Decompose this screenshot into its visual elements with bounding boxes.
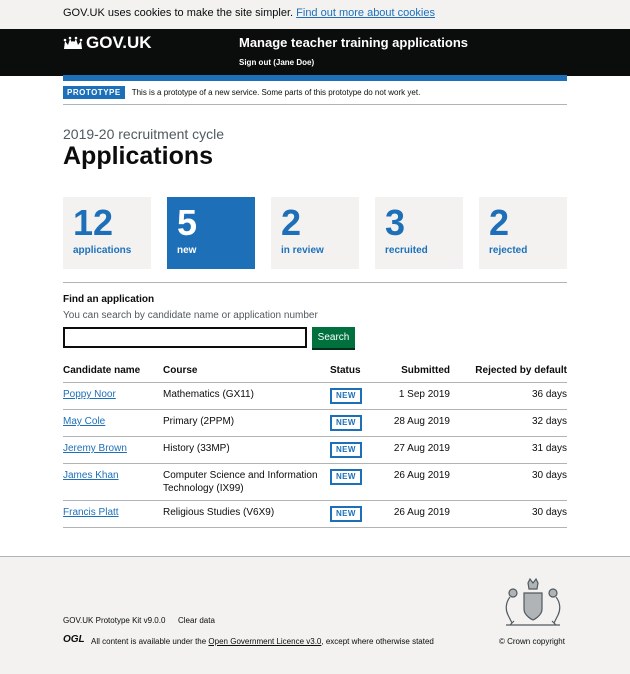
candidate-link[interactable]: Poppy Noor [63, 389, 116, 400]
stat-label: in review [281, 245, 324, 256]
crown-icon [63, 36, 83, 49]
stat-number: 5 [177, 202, 198, 243]
section-divider [63, 282, 567, 283]
licence-text: All content is available under the Open … [91, 637, 434, 646]
status-badge: NEW [330, 415, 362, 431]
rbd-cell: 32 days [450, 409, 567, 437]
prototype-banner: PROTOTYPE This is a prototype of a new s… [63, 86, 567, 105]
course-cell: History (33MP) [163, 436, 330, 464]
stat-label: rejected [489, 245, 528, 256]
table-row: Poppy Noor Mathematics (GX11) NEW 1 Sep … [63, 382, 567, 410]
ogl-logo-icon: OGL [63, 634, 85, 645]
candidate-link[interactable]: May Cole [63, 416, 105, 427]
col-course[interactable]: Course [163, 360, 330, 383]
cookie-info-link[interactable]: Find out more about cookies [296, 7, 435, 19]
course-cell: Computer Science and Information Technol… [163, 463, 330, 501]
prototype-text: This is a prototype of a new service. So… [131, 88, 421, 97]
status-badge: NEW [330, 388, 362, 404]
stat-applications[interactable]: 12 applications [63, 197, 151, 269]
col-submitted[interactable]: Submitted [380, 360, 450, 383]
licence-link[interactable]: Open Government Licence v3.0 [208, 637, 321, 646]
stat-label: applications [73, 245, 132, 256]
prototype-kit-version: GOV.UK Prototype Kit v9.0.0 [63, 616, 166, 625]
search-label: Find an application [63, 294, 155, 305]
rbd-cell: 30 days [450, 500, 567, 528]
search-hint: You can search by candidate name or appl… [63, 310, 318, 321]
sign-out-link[interactable]: Sign out (Jane Doe) [239, 58, 314, 67]
stat-label: recruited [385, 245, 428, 256]
table-row: Jeremy Brown History (33MP) NEW 27 Aug 2… [63, 436, 567, 464]
submitted-cell: 26 Aug 2019 [380, 500, 450, 528]
page-caption: 2019-20 recruitment cycle [63, 126, 225, 142]
table-row: Francis Platt Religious Studies (V6X9) N… [63, 500, 567, 528]
header-blue-bar [63, 75, 567, 81]
site-header: GOV.UK Manage teacher training applicati… [0, 29, 630, 76]
course-cell: Mathematics (GX11) [163, 382, 330, 410]
applications-table: Candidate name Course Status Submitted R… [63, 360, 567, 528]
stat-label: new [177, 245, 197, 256]
site-footer: GOV.UK Prototype Kit v9.0.0 Clear data O… [0, 556, 630, 674]
rbd-cell: 30 days [450, 463, 567, 501]
stat-in-review[interactable]: 2 in review [271, 197, 359, 269]
course-cell: Religious Studies (V6X9) [163, 500, 330, 528]
stat-number: 2 [281, 202, 302, 243]
search-input[interactable] [63, 327, 307, 348]
submitted-cell: 27 Aug 2019 [380, 436, 450, 464]
stat-number: 12 [73, 202, 114, 243]
course-cell: Primary (2PPM) [163, 409, 330, 437]
stat-number: 3 [385, 202, 406, 243]
submitted-cell: 28 Aug 2019 [380, 409, 450, 437]
stat-rejected[interactable]: 2 rejected [479, 197, 567, 269]
submitted-cell: 26 Aug 2019 [380, 463, 450, 501]
crown-copyright[interactable]: © Crown copyright [499, 637, 565, 646]
royal-coat-of-arms-icon [505, 577, 561, 626]
col-rejected-by-default[interactable]: Rejected by default [450, 360, 567, 383]
rbd-cell: 31 days [450, 436, 567, 464]
table-row: May Cole Primary (2PPM) NEW 28 Aug 2019 … [63, 409, 567, 437]
candidate-link[interactable]: Jeremy Brown [63, 443, 127, 454]
candidate-link[interactable]: James Khan [63, 470, 119, 481]
page-title: Applications [63, 142, 214, 170]
rbd-cell: 36 days [450, 382, 567, 410]
cookie-banner: GOV.UK uses cookies to make the site sim… [0, 0, 630, 29]
status-badge: NEW [330, 442, 362, 458]
status-badge: NEW [330, 469, 362, 485]
table-header-row: Candidate name Course Status Submitted R… [63, 360, 567, 383]
col-status[interactable]: Status [330, 360, 380, 383]
col-candidate-name[interactable]: Candidate name [63, 360, 163, 383]
govuk-logo[interactable]: GOV.UK [63, 33, 152, 53]
licence-suffix: , except where otherwise stated [321, 637, 434, 646]
stat-new[interactable]: 5 new [167, 197, 255, 269]
candidate-link[interactable]: Francis Platt [63, 507, 119, 518]
stat-recruited[interactable]: 3 recruited [375, 197, 463, 269]
prototype-tag: PROTOTYPE [63, 86, 125, 99]
status-badge: NEW [330, 506, 362, 522]
clear-data-link[interactable]: Clear data [178, 616, 215, 625]
submitted-cell: 1 Sep 2019 [380, 382, 450, 410]
licence-prefix: All content is available under the [91, 637, 207, 646]
service-name[interactable]: Manage teacher training applications [239, 35, 468, 50]
search-button[interactable]: Search [312, 327, 355, 348]
stat-number: 2 [489, 202, 510, 243]
table-row: James Khan Computer Science and Informat… [63, 463, 567, 501]
cookie-text: GOV.UK uses cookies to make the site sim… [63, 7, 294, 19]
logo-text: GOV.UK [86, 33, 152, 52]
